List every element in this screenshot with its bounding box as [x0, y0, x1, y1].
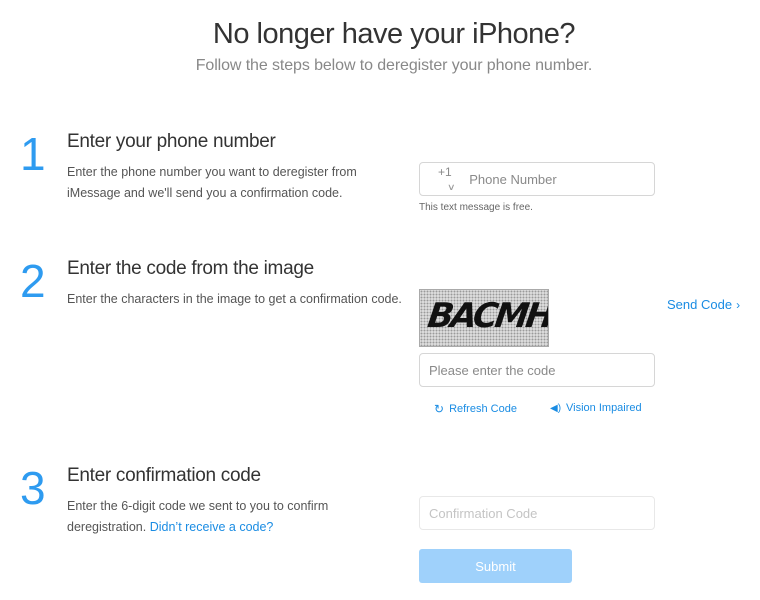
step-2-number: 2	[20, 255, 46, 307]
step-1-title: Enter your phone number	[67, 131, 276, 152]
chevron-down-icon: ∨	[447, 182, 456, 192]
phone-number-input[interactable]	[465, 171, 654, 187]
didnt-receive-code-link[interactable]: Didn’t receive a code?	[150, 520, 274, 534]
step-2-title: Enter the code from the image	[67, 258, 314, 279]
step-3-title: Enter confirmation code	[67, 465, 261, 486]
refresh-code-link[interactable]: ↻ Refresh Code	[434, 402, 517, 416]
page-subtitle: Follow the steps below to deregister you…	[195, 57, 593, 74]
step-3-number: 3	[20, 462, 46, 514]
captcha-field	[419, 353, 655, 387]
submit-button[interactable]: Submit	[419, 549, 572, 583]
page-header: No longer have your iPhone? Follow the s…	[0, 16, 760, 75]
page-title: No longer have your iPhone?	[212, 18, 576, 50]
step-2-description: Enter the characters in the image to get…	[67, 292, 402, 306]
vision-impaired-link[interactable]: ◀) Vision Impaired	[550, 402, 642, 414]
phone-field: +1 ∨	[419, 162, 655, 196]
refresh-code-label: Refresh Code	[449, 403, 517, 415]
confirmation-code-field	[419, 496, 655, 530]
step-1-number: 1	[20, 128, 46, 180]
step-3-description: Enter the 6-digit code we sent to you to…	[67, 496, 407, 538]
refresh-icon: ↻	[434, 402, 445, 416]
captcha-image: BACMH	[419, 289, 549, 347]
confirmation-code-input[interactable]	[420, 505, 654, 521]
captcha-input[interactable]	[420, 362, 654, 378]
vision-impaired-label: Vision Impaired	[566, 402, 642, 414]
captcha-text: BACMH	[425, 296, 549, 336]
send-code-label: Send Code	[667, 297, 733, 312]
step-1-description: Enter the phone number you want to dereg…	[67, 165, 357, 200]
free-message-note: This text message is free.	[419, 202, 533, 213]
country-code-value: +1	[438, 165, 452, 179]
speaker-icon: ◀)	[550, 402, 562, 414]
chevron-right-icon: ›	[736, 298, 741, 312]
country-code-select[interactable]: +1 ∨	[420, 165, 465, 193]
send-code-button[interactable]: Send Code ›	[667, 297, 740, 312]
